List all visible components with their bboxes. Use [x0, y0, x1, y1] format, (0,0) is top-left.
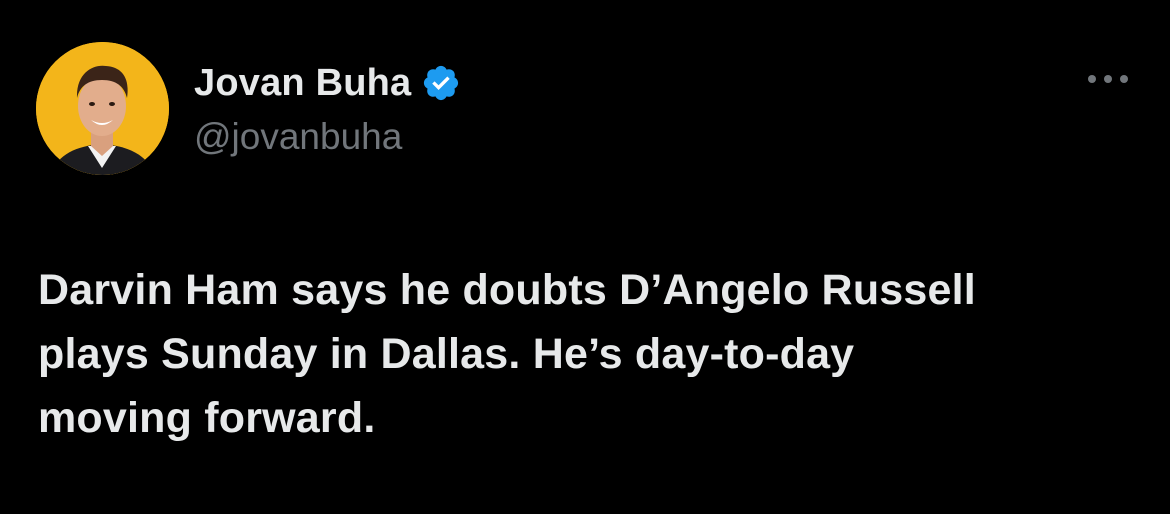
- author-name-row[interactable]: Jovan Buha: [194, 60, 461, 106]
- avatar[interactable]: [36, 42, 169, 175]
- tweet-card: Jovan Buha @jovanbuha Darvin Ham says he…: [0, 0, 1170, 514]
- avatar-portrait: [36, 42, 169, 175]
- more-options-button[interactable]: [1082, 64, 1134, 94]
- more-options-icon: [1088, 75, 1128, 83]
- author-handle[interactable]: @jovanbuha: [194, 114, 461, 160]
- author-block: Jovan Buha @jovanbuha: [194, 60, 461, 160]
- verified-badge-icon: [421, 63, 461, 103]
- author-display-name[interactable]: Jovan Buha: [194, 60, 411, 106]
- tweet-text: Darvin Ham says he doubts D’Angelo Russe…: [38, 266, 976, 442]
